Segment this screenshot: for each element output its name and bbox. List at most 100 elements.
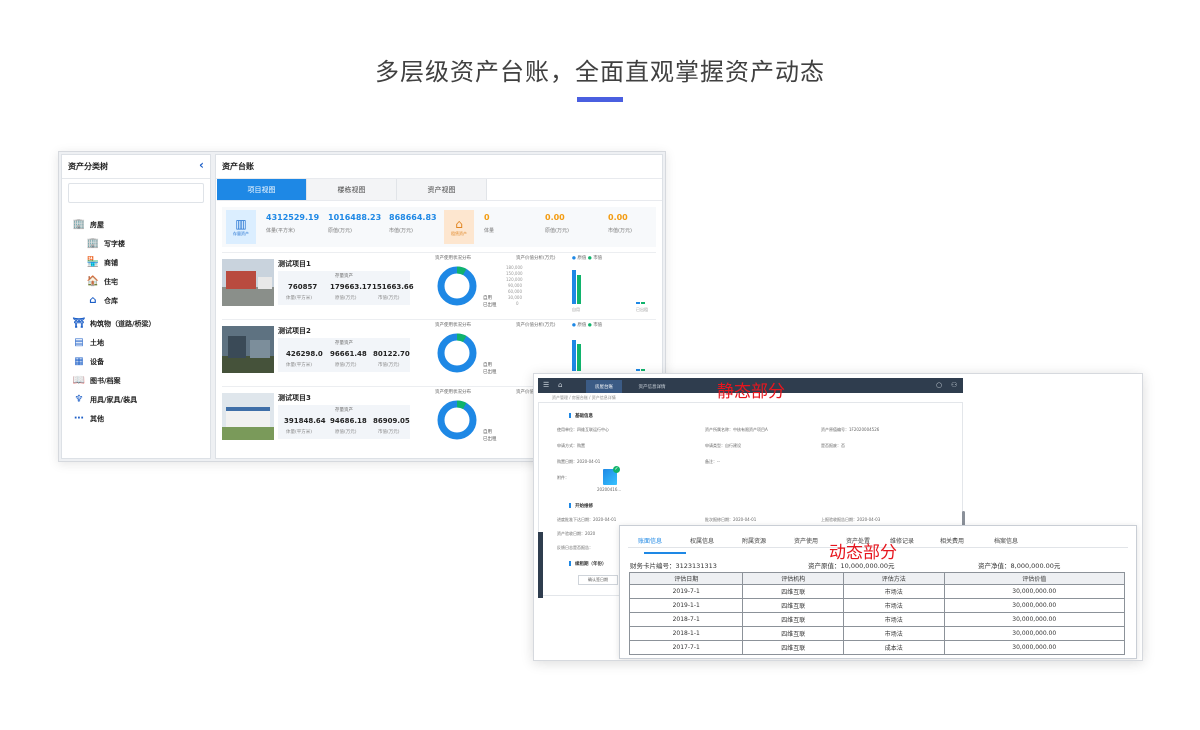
asset-detail-screenshot: ☰ ⌂ 房屋台账 资产信息详情 ○ ⚇ 静态部分 资产管理 / 房屋台账 / 资… [533, 373, 1143, 661]
project-stats: 存量资产 391848.64 体量(平方米) 94686.18 原值(万元) 8… [278, 405, 410, 439]
field-feedback: 反馈日志是否报告： [557, 545, 593, 550]
usage-chart-title: 资产使用状况分布 [435, 390, 471, 395]
page-headline: 多层级资产台账，全面直观掌握资产动态 [375, 58, 825, 86]
cell-agency: 四维互联 [742, 612, 844, 627]
summary-value: 0.00 [545, 213, 565, 222]
ledger-tabs: 项目视图 楼栋视图 资产视图 [217, 179, 662, 201]
summary-value: 0.00 [608, 213, 628, 222]
tree-item-furniture[interactable]: ♆ 用具/家具/装具 [62, 390, 210, 409]
tab-ownership-info[interactable]: 权属信息 [690, 536, 714, 545]
summary-value: 0 [484, 213, 490, 222]
donut-legend-self-use: 自用 [483, 296, 492, 301]
tree-item-warehouse[interactable]: ⌂ 仓库 [62, 291, 210, 310]
tree-item-residence[interactable]: 🏠 住宅 [62, 272, 210, 291]
project-row-2[interactable]: 测试项目2 存量资产 426298.0 体量(平方米) 96661.48 原值(… [222, 319, 656, 381]
tab-archive-info[interactable]: 档案信息 [994, 536, 1018, 545]
tree-item-label: 设备 [90, 357, 104, 366]
chevron-left-icon[interactable]: ‹ [199, 158, 204, 172]
tree-item-office[interactable]: 🏢 写字楼 [62, 234, 210, 253]
field-purchase-date: 购置日期：2020-04-01 [557, 459, 601, 464]
tree-item-equipment[interactable]: ▦ 设备 [62, 352, 210, 371]
table-row[interactable]: 2018-1-1 四维互联 市场法 30,000,000.00 [628, 626, 1126, 641]
building-icon: 🏢 [72, 219, 86, 230]
shop-icon: 🏪 [86, 257, 100, 268]
tree-item-house[interactable]: 🏢 房屋 [62, 215, 210, 234]
confirm-date-button[interactable]: 确认签日期 [578, 575, 618, 585]
project-photo [222, 326, 274, 373]
tree-title: 资产分类树 [68, 162, 108, 171]
bar-market [577, 344, 581, 371]
y-tick: 90,000 [508, 283, 522, 288]
tab-building-view[interactable]: 楼栋视图 [307, 179, 397, 200]
project-name: 测试项目2 [278, 327, 311, 335]
cell-date: 2018-1-1 [628, 626, 744, 641]
project-unit: 体量(平方米) [286, 430, 313, 435]
usage-donut-chart [437, 400, 477, 440]
cell-value: 30,000,000.00 [943, 640, 1126, 655]
tab-asset-detail[interactable]: 资产信息详情 [624, 380, 680, 393]
tab-asset-view[interactable]: 资产视图 [397, 179, 487, 200]
tree-header: 资产分类树 ‹ [62, 155, 210, 179]
project-row-1[interactable]: 测试项目1 存量资产 760857 体量(平方米) 179663.17 原值(万… [222, 252, 656, 314]
project-value: 80122.70 [373, 350, 410, 358]
x-tick: 已出租 [636, 306, 648, 312]
menu-icon[interactable]: ☰ [543, 381, 549, 389]
tree-search-input[interactable] [68, 183, 204, 203]
cell-agency: 四维互联 [742, 640, 844, 655]
section-basic-info: 基础信息 [569, 413, 593, 419]
tab-asset-usage[interactable]: 资产使用 [794, 536, 818, 545]
tree-item-structure[interactable]: ⛩ 构筑物（道路/桥梁） [62, 314, 210, 333]
field-report-date: 上报验收报告日期：2020-04-03 [821, 517, 881, 522]
net-value: 资产净值：8,000,000.00元 [978, 562, 1061, 570]
tree-item-books[interactable]: 📖 图书/档案 [62, 371, 210, 390]
project-name: 测试项目1 [278, 260, 311, 268]
x-tick: 自用 [572, 306, 580, 312]
table-header-row: 评估日期 评估机构 评估方法 评估价值 [628, 572, 1126, 585]
table-row[interactable]: 2017-7-1 四维互联 成本法 30,000,000.00 [628, 640, 1126, 655]
cell-value: 30,000,000.00 [943, 626, 1126, 641]
home-icon[interactable]: ⌂ [558, 381, 562, 389]
tab-attached-resources[interactable]: 附属资源 [742, 536, 766, 545]
tree-item-shop[interactable]: 🏪 商铺 [62, 253, 210, 272]
usage-chart-title: 资产使用状况分布 [435, 256, 471, 261]
leased-asset-label: 租赁资产 [451, 231, 467, 236]
table-row[interactable]: 2019-7-1 四维互联 市场法 30,000,000.00 [628, 584, 1126, 599]
field-approval-date: 进度批准下达日期：2020-04-01 [557, 517, 617, 522]
project-value: 391848.64 [284, 417, 326, 425]
bell-icon[interactable]: ○ [936, 381, 942, 389]
tab-project-view[interactable]: 项目视图 [217, 179, 307, 200]
cell-date: 2019-7-1 [628, 584, 744, 599]
summary-value: 4312529.19 [266, 213, 320, 222]
project-value: 179663.17 [330, 283, 372, 291]
tree-item-land[interactable]: ▤ 土地 [62, 333, 210, 352]
more-icon: ⋯ [74, 413, 84, 424]
project-photo [222, 393, 274, 440]
project-stats: 存量资产 760857 体量(平方米) 179663.17 原值(万元) 151… [278, 271, 414, 305]
tree-item-label: 商铺 [104, 258, 118, 267]
user-icon[interactable]: ⚇ [951, 381, 957, 389]
field-attachment: 附件： [557, 475, 569, 480]
bar-market [577, 275, 581, 304]
check-icon: ✓ [613, 466, 620, 473]
field-use-unit: 使用单位：四维互联运行中心 [557, 427, 609, 432]
tab-book-info[interactable]: 账面信息 [638, 536, 662, 545]
tab-house-ledger[interactable]: 房屋台账 [586, 380, 622, 393]
y-tick: 0 [516, 301, 519, 306]
cell-date: 2019-1-1 [628, 598, 744, 613]
table-row[interactable]: 2018-7-1 四维互联 市场法 30,000,000.00 [628, 612, 1126, 627]
cell-method: 市场法 [842, 626, 945, 641]
tab-related-expenses[interactable]: 相关费用 [940, 536, 964, 545]
cell-method: 成本法 [842, 640, 945, 655]
tree-item-other[interactable]: ⋯ 其他 [62, 409, 210, 428]
project-caption: 存量资产 [335, 408, 353, 413]
project-unit: 市值(万元) [378, 363, 400, 368]
project-name: 测试项目3 [278, 394, 311, 402]
y-tick: 30,000 [508, 295, 522, 300]
project-unit: 体量(平方米) [286, 296, 313, 301]
summary-unit: 体量 [484, 228, 495, 234]
donut-legend-self-use: 自用 [483, 363, 492, 368]
active-tab-underline [644, 552, 686, 554]
usage-donut-chart [437, 266, 477, 306]
table-row[interactable]: 2019-1-1 四维互联 市场法 30,000,000.00 [628, 598, 1126, 613]
project-unit: 市值(万元) [378, 296, 400, 301]
